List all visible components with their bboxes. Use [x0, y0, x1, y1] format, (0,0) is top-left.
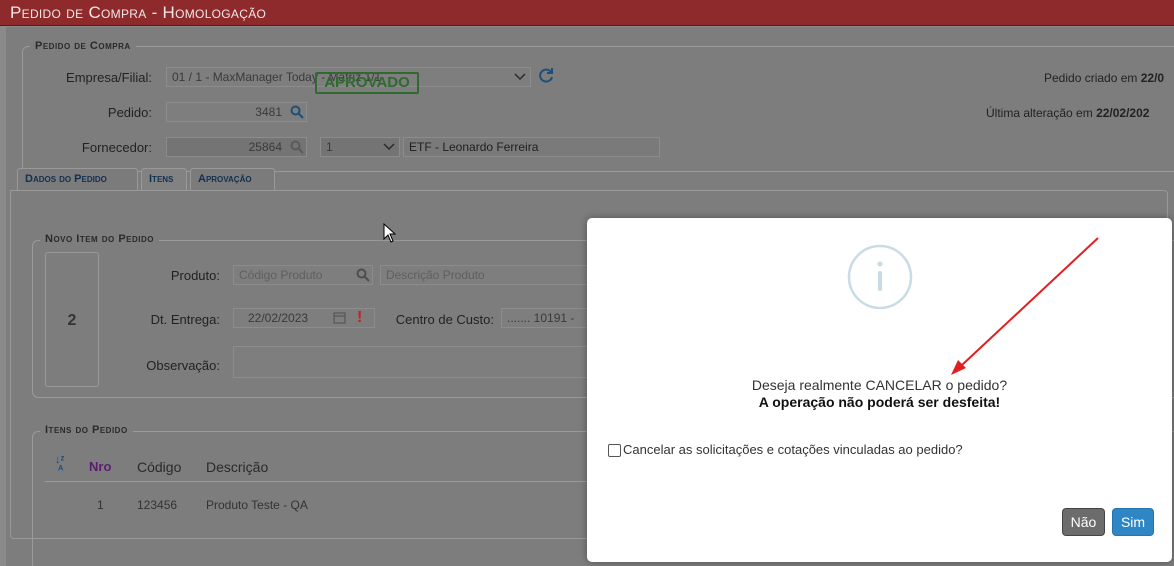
annotation-arrow: [951, 237, 1099, 375]
